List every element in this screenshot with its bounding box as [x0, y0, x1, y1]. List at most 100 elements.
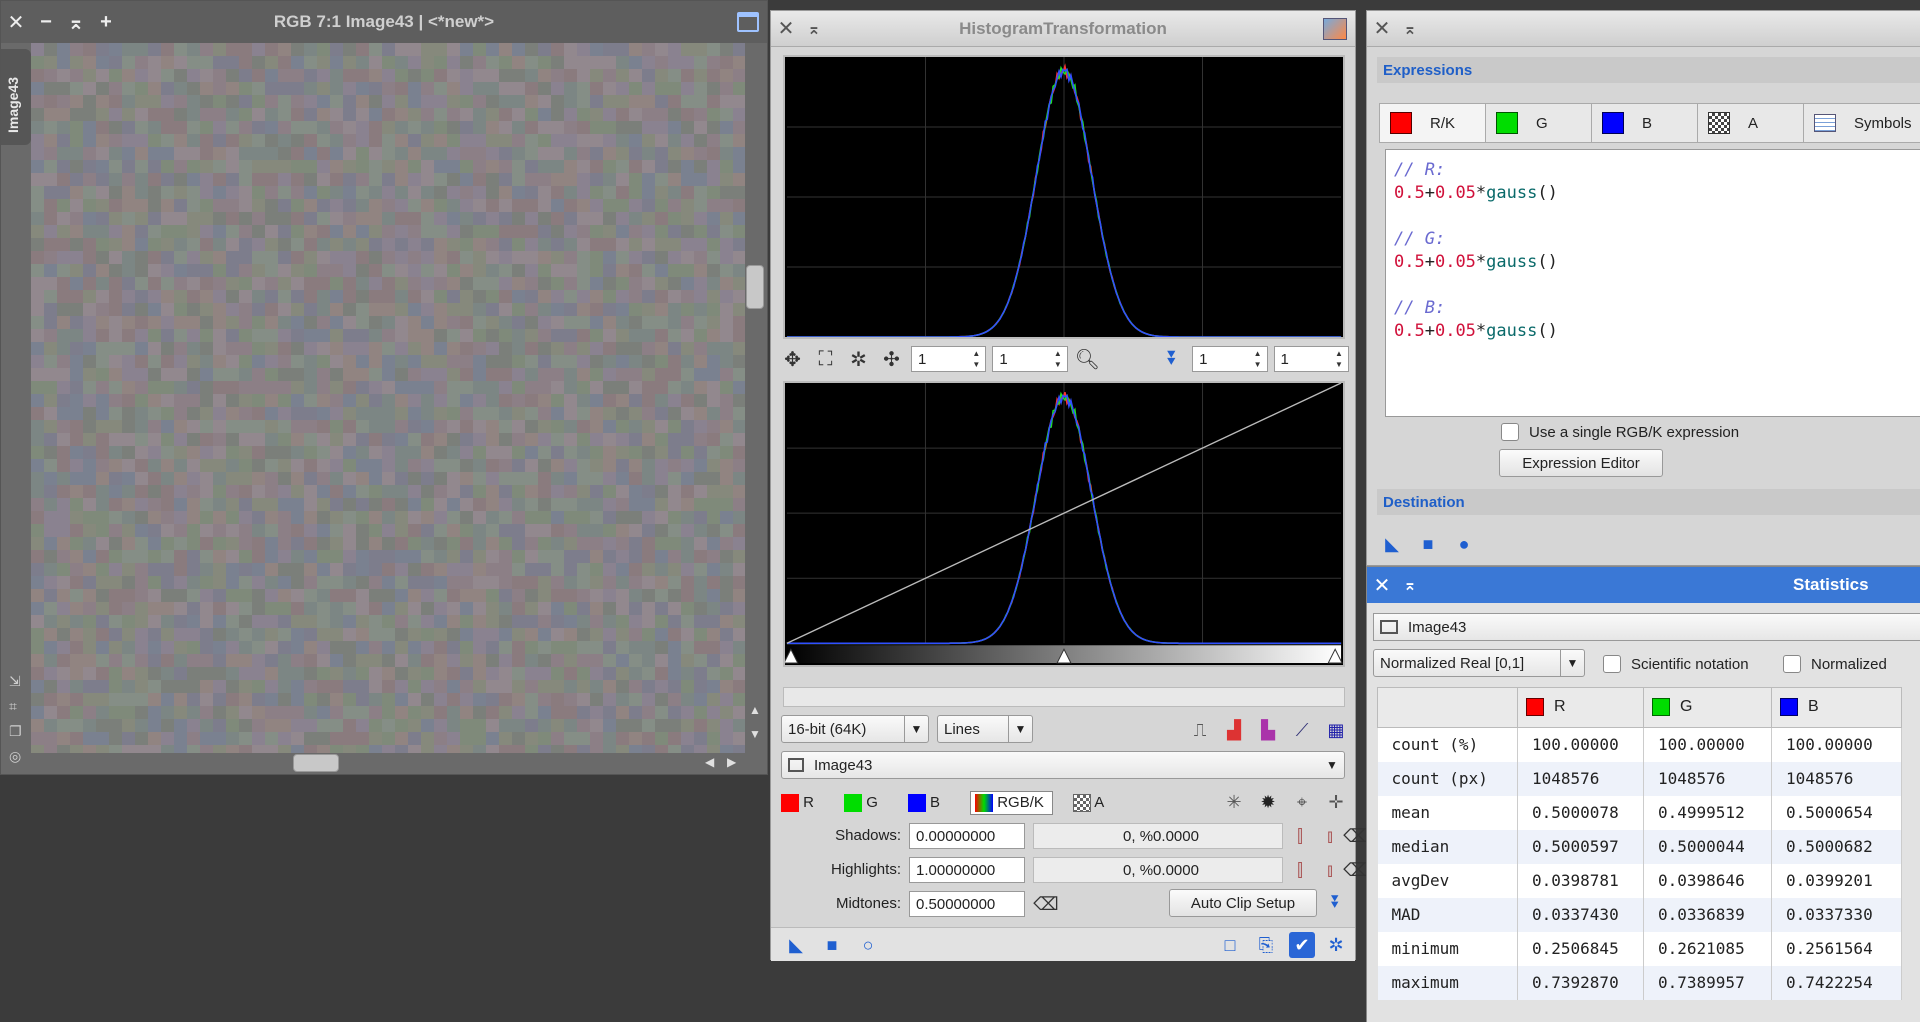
- column-header-b[interactable]: B: [1771, 687, 1902, 728]
- magnifier-icon[interactable]: 🔍︎: [1074, 345, 1101, 373]
- expressions-section-header[interactable]: Expressions: [1377, 57, 1920, 83]
- shade-icon[interactable]: ⌅: [801, 19, 827, 39]
- horizontal-zoom-input[interactable]: 1 ▲ ▼: [910, 346, 987, 372]
- normalized-checkbox[interactable]: [1783, 655, 1801, 673]
- spin-arrows-icon[interactable]: ▲ ▼: [1332, 348, 1346, 370]
- scroll-up-icon[interactable]: ▲: [749, 703, 761, 717]
- rgb-histogram-icon[interactable]: ▟: [1221, 717, 1247, 743]
- close-icon[interactable]: ✕: [1367, 16, 1397, 41]
- tab-rk[interactable]: R/K: [1380, 104, 1486, 142]
- spin-arrows-icon[interactable]: ▲ ▼: [969, 348, 983, 370]
- tab-symbols[interactable]: Symbols: [1804, 104, 1920, 142]
- image-identifier-tab[interactable]: Image43: [1, 49, 31, 145]
- log-scale-icon[interactable]: ⎍: [1187, 717, 1213, 743]
- scroll-left-icon[interactable]: ◀: [705, 755, 714, 769]
- process-icon[interactable]: [1323, 18, 1347, 40]
- channel-histogram-icon[interactable]: ▙: [1255, 717, 1281, 743]
- tab-a[interactable]: A: [1698, 104, 1804, 142]
- shade-icon[interactable]: ⌅: [1397, 19, 1423, 39]
- reset-icon[interactable]: ✲: [1323, 932, 1349, 958]
- apply-global-icon[interactable]: ●: [1451, 531, 1477, 557]
- tab-b[interactable]: B: [1592, 104, 1698, 142]
- clear-icon[interactable]: ⌫: [1033, 891, 1059, 917]
- column-header-g[interactable]: G: [1643, 687, 1772, 728]
- move-icon[interactable]: ✣: [878, 345, 905, 373]
- highlights-input[interactable]: 1.00000000: [909, 857, 1025, 883]
- apply-icon[interactable]: ■: [1415, 531, 1441, 557]
- output-horizontal-zoom-input[interactable]: 1 ▲ ▼: [1192, 346, 1268, 372]
- browse-docs-icon[interactable]: ⎘: [1253, 932, 1279, 958]
- channel-r[interactable]: R: [781, 794, 814, 813]
- vertical-zoom-input[interactable]: 1 ▲ ▼: [992, 346, 1068, 372]
- apply-icon[interactable]: ■: [819, 932, 845, 958]
- highlights-clip-icon[interactable]: ⫿: [1287, 857, 1313, 883]
- statistics-view-select[interactable]: Image43: [1373, 613, 1920, 641]
- expression-editor[interactable]: // R: 0.5+0.05*gauss() // G: 0.5+0.05*ga…: [1385, 149, 1920, 417]
- midtones-input[interactable]: 0.50000000: [909, 891, 1025, 917]
- tab-g[interactable]: G: [1486, 104, 1592, 142]
- column-header-r[interactable]: R: [1517, 687, 1644, 728]
- zoom-reset-icon[interactable]: ✲: [845, 345, 872, 373]
- destination-section-header[interactable]: Destination: [1377, 489, 1920, 515]
- channel-a[interactable]: A: [1072, 794, 1104, 813]
- maximize-icon[interactable]: [737, 12, 759, 32]
- shadows-autoclip-icon[interactable]: ⫾: [1317, 823, 1343, 849]
- auto-clip-setup-button[interactable]: Auto Clip Setup: [1169, 889, 1317, 917]
- output-histogram-plot[interactable]: [783, 381, 1345, 667]
- spin-arrows-icon[interactable]: ▲ ▼: [1051, 348, 1065, 370]
- resolution-select[interactable]: 16-bit (64K) ▼: [781, 715, 929, 743]
- histogram-titlebar[interactable]: ✕ ⌅ HistogramTransformation: [771, 11, 1355, 47]
- add-icon[interactable]: +: [91, 11, 121, 34]
- pan-icon[interactable]: ✥: [779, 345, 806, 373]
- expression-editor-button[interactable]: Expression Editor: [1499, 449, 1663, 477]
- image-canvas[interactable]: [31, 43, 746, 753]
- grid-icon[interactable]: ▦: [1323, 717, 1349, 743]
- copy-icon[interactable]: ❐: [9, 723, 22, 740]
- target-icon[interactable]: ◎: [9, 748, 21, 765]
- apply-global-icon[interactable]: ○: [855, 932, 881, 958]
- expand-down-icon[interactable]: ⏬︎: [1323, 889, 1349, 915]
- graph-style-select[interactable]: Lines ▼: [937, 715, 1033, 743]
- horizontal-scrollbar[interactable]: ◀ ▶: [31, 753, 747, 773]
- expand-down-icon[interactable]: ⏬︎: [1159, 345, 1186, 373]
- minimize-icon[interactable]: −: [31, 11, 61, 34]
- close-icon[interactable]: ✕: [1367, 573, 1397, 598]
- checkmark-icon[interactable]: ✔: [1289, 932, 1315, 958]
- curve-icon[interactable]: ⟋: [1289, 717, 1315, 743]
- range-select[interactable]: Normalized Real [0,1] ▼: [1373, 649, 1585, 677]
- statistics-titlebar[interactable]: ✕ ⌅ Statistics: [1367, 567, 1920, 603]
- image-window-titlebar[interactable]: ✕ − ⌅ + RGB 7:1 Image43 | <*new*>: [1, 1, 767, 43]
- channel-b[interactable]: B: [907, 794, 940, 813]
- resize-icon[interactable]: ⇲: [9, 673, 21, 690]
- zoom-fit-icon[interactable]: ⛶: [812, 345, 839, 373]
- channel-g[interactable]: G: [844, 794, 878, 813]
- reset-view-icon[interactable]: ✛: [1323, 789, 1349, 815]
- channel-rgbk[interactable]: RGB/K: [970, 791, 1053, 816]
- scientific-notation-checkbox[interactable]: [1603, 655, 1621, 673]
- crosshair-icon[interactable]: ⌖: [1289, 789, 1315, 815]
- close-icon[interactable]: ✕: [1, 10, 31, 35]
- new-instance-icon[interactable]: ◣: [783, 932, 809, 958]
- scroll-down-icon[interactable]: ▼: [749, 727, 761, 741]
- close-icon[interactable]: ✕: [771, 16, 801, 41]
- sparkle-icon[interactable]: ✳: [1221, 789, 1247, 815]
- scroll-right-icon[interactable]: ▶: [727, 755, 736, 769]
- new-instance-icon[interactable]: ◣: [1379, 531, 1405, 557]
- view-select[interactable]: Image43 ▼: [781, 751, 1345, 779]
- vertical-scrollbar[interactable]: ▲ ▼: [745, 43, 765, 753]
- shade-icon[interactable]: ⌅: [1397, 575, 1423, 595]
- fit-icon[interactable]: ⌗: [9, 698, 17, 715]
- shadows-clip-icon[interactable]: ⫿: [1287, 823, 1313, 849]
- pixelmath-titlebar[interactable]: ✕ ⌅: [1367, 11, 1920, 47]
- highlights-autoclip-icon[interactable]: ⫾: [1317, 857, 1343, 883]
- shadows-input[interactable]: 0.00000000: [909, 823, 1025, 849]
- vertical-scroll-thumb[interactable]: [746, 265, 764, 309]
- output-vertical-zoom-input[interactable]: 1 ▲ ▼: [1273, 346, 1349, 372]
- single-expression-checkbox[interactable]: [1501, 423, 1519, 441]
- input-histogram-plot[interactable]: [783, 55, 1345, 339]
- preview-icon[interactable]: □: [1217, 932, 1243, 958]
- shade-icon[interactable]: ⌅: [61, 10, 91, 35]
- gear-icon[interactable]: ✹: [1255, 789, 1281, 815]
- spin-arrows-icon[interactable]: ▲ ▼: [1251, 348, 1265, 370]
- horizontal-scroll-thumb[interactable]: [293, 754, 339, 772]
